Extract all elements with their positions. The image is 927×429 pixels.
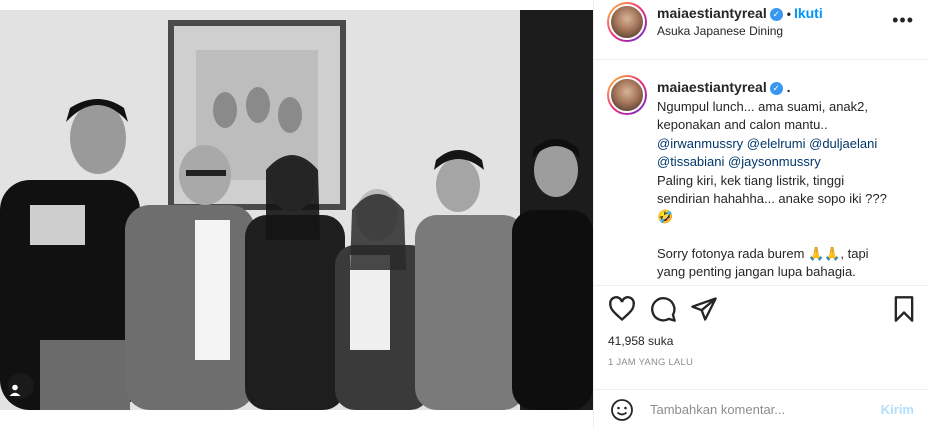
caption-trailing-text: . [786, 79, 791, 95]
verified-badge-icon: ✓ [769, 8, 783, 21]
bookmark-icon[interactable] [890, 295, 918, 328]
username-link[interactable]: maiaestiantyreal [657, 5, 767, 21]
location-link[interactable]: Asuka Japanese Dining [657, 24, 783, 38]
follow-button[interactable]: Ikuti [794, 5, 823, 21]
post-header: maiaestiantyreal ✓ • Ikuti Asuka Japanese D… [594, 0, 927, 60]
group-photo-illustration [0, 10, 593, 410]
comment-bar: Tambahkan komentar... Kirim [594, 389, 927, 429]
mention-link[interactable]: @duljaelani [809, 136, 877, 151]
comment-input[interactable]: Tambahkan komentar... [650, 402, 785, 417]
caption-line: Sorry fotonya rada burem 🙏🙏, tapi [657, 245, 869, 261]
caption-line: yang penting jangan lupa bahagia. [657, 264, 856, 280]
post-side-panel: maiaestiantyreal ✓ • Ikuti Asuka Japanese D… [593, 0, 927, 429]
avatar[interactable] [607, 75, 647, 115]
mention-link[interactable]: @jaysonmussry [728, 154, 821, 169]
more-horizontal-icon[interactable]: ••• [892, 10, 914, 31]
photo-bottom-border [0, 410, 593, 429]
photo-top-border [0, 0, 593, 10]
verified-badge-icon: ✓ [769, 82, 783, 95]
post-photo[interactable] [0, 0, 593, 429]
send-button[interactable]: Kirim [881, 402, 914, 417]
caption-line: Ngumpul lunch... ama suami, anak2, [657, 99, 868, 114]
comment-icon[interactable] [649, 295, 677, 328]
caption-line: Paling kiri, kek tiang listrik, tinggi [657, 172, 845, 188]
separator-dot: • [786, 7, 791, 21]
emoji-icon[interactable] [610, 398, 634, 427]
caption-username-row: maiaestiantyreal ✓ . [657, 79, 791, 95]
user-tag-icon[interactable] [8, 373, 34, 399]
share-icon[interactable] [690, 295, 718, 328]
caption-text: Ngumpul lunch... ama suami, anak2, kepon… [657, 98, 919, 282]
avatar[interactable] [607, 2, 647, 42]
like-count[interactable]: 41,958 suka [608, 334, 673, 348]
post-timestamp[interactable]: 1 JAM YANG LALU [608, 357, 693, 368]
caption-line: keponakan and calon mantu.. [657, 117, 828, 133]
header-username-row: maiaestiantyreal ✓ • Ikuti [657, 5, 823, 21]
caption-line: sendirian hahahha... anake sopo iki ??? [657, 191, 887, 207]
mention-link[interactable]: @irwanmussry [657, 136, 743, 151]
mention-link[interactable]: @tissabiani [657, 154, 724, 169]
caption-mentions-line: @tissabiani @jaysonmussry [657, 153, 919, 171]
caption-section: maiaestiantyreal ✓ . Ngumpul lunch... ama… [594, 60, 927, 286]
caption-emoji-line: 🤣 [657, 209, 674, 225]
caption-username-link[interactable]: maiaestiantyreal [657, 79, 767, 95]
caption-mentions-line: @irwanmussry @elelrumi @duljaelani [657, 135, 919, 153]
mention-link[interactable]: @elelrumi [747, 136, 806, 151]
action-bar [594, 295, 927, 327]
heart-icon[interactable] [608, 295, 636, 328]
